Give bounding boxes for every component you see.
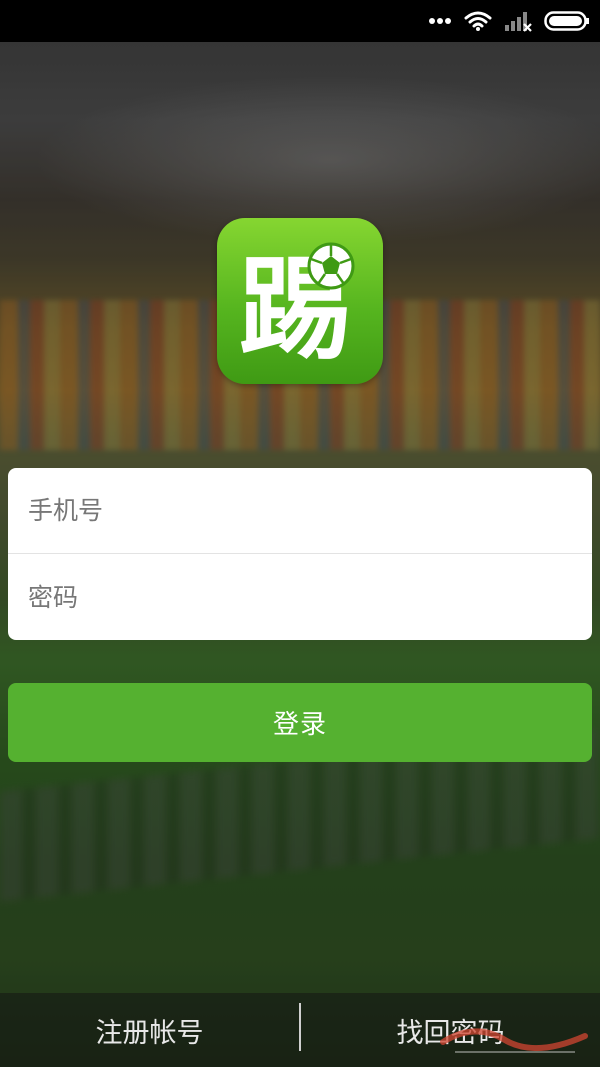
- phone-field-row: [8, 468, 592, 554]
- app-logo: 踢: [217, 218, 383, 384]
- logo-glyph: 踢: [239, 242, 355, 366]
- status-bar: [0, 0, 600, 42]
- login-form: [8, 468, 592, 640]
- more-dots-icon: [429, 18, 451, 24]
- bottom-bar: 注册帐号 找回密码: [0, 993, 600, 1067]
- password-field-row: [8, 554, 592, 640]
- login-screen: 踢 登录 注册帐号 找回密码: [0, 0, 600, 1067]
- wifi-icon: [464, 11, 492, 31]
- register-link[interactable]: 注册帐号: [0, 993, 299, 1067]
- soccer-ball-icon: [307, 242, 355, 290]
- signal-icon: [505, 12, 532, 32]
- password-input[interactable]: [26, 581, 574, 613]
- login-button[interactable]: 登录: [8, 683, 592, 762]
- phone-input[interactable]: [26, 495, 574, 526]
- forgot-password-link[interactable]: 找回密码: [301, 993, 600, 1067]
- battery-icon: [544, 11, 589, 31]
